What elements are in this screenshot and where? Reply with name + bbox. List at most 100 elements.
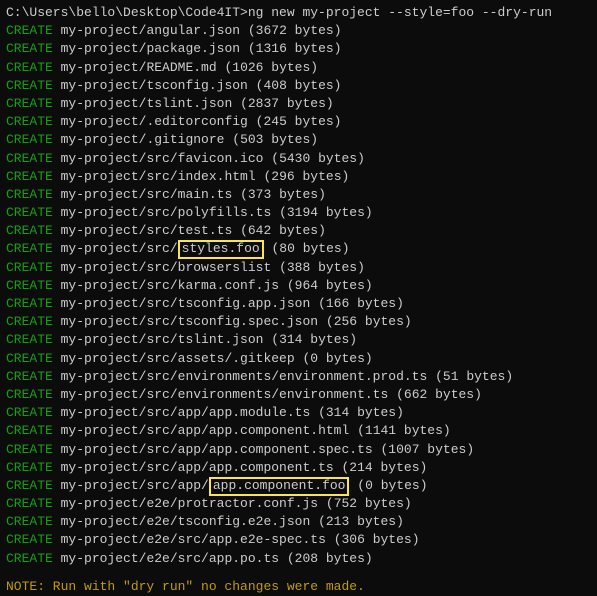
highlighted-filename: styles.foo xyxy=(178,240,264,259)
file-size: (1141 bytes) xyxy=(357,423,451,438)
file-path: my-project/src/app/app.component.spec.ts xyxy=(61,442,373,457)
file-path: my-project/src/favicon.ico xyxy=(61,151,264,166)
file-path: my-project/src/tsconfig.app.json xyxy=(61,296,311,311)
file-size: (166 bytes) xyxy=(318,296,404,311)
output-line: CREATE my-project/package.json (1316 byt… xyxy=(6,40,591,58)
output-line: CREATE my-project/e2e/src/app.e2e-spec.t… xyxy=(6,531,591,549)
file-size: (306 bytes) xyxy=(334,532,420,547)
output-line: CREATE my-project/tslint.json (2837 byte… xyxy=(6,95,591,113)
file-path: my-project/src/karma.conf.js xyxy=(61,278,279,293)
action-label: CREATE xyxy=(6,60,53,75)
command-text: ng new my-project --style=foo --dry-run xyxy=(248,5,552,20)
action-label: CREATE xyxy=(6,151,53,166)
file-path: my-project/src/polyfills.ts xyxy=(61,205,272,220)
action-label: CREATE xyxy=(6,296,53,311)
file-path: my-project/README.md xyxy=(61,60,217,75)
file-path: my-project/src/app/app.component.html xyxy=(61,423,350,438)
action-label: CREATE xyxy=(6,23,53,38)
output-line: CREATE my-project/src/tslint.json (314 b… xyxy=(6,331,591,349)
action-label: CREATE xyxy=(6,187,53,202)
action-label: CREATE xyxy=(6,114,53,129)
action-label: CREATE xyxy=(6,423,53,438)
output-line: CREATE my-project/src/environments/envir… xyxy=(6,368,591,386)
output-line: CREATE my-project/src/styles.foo (80 byt… xyxy=(6,240,591,258)
action-label: CREATE xyxy=(6,551,53,566)
action-label: CREATE xyxy=(6,241,53,256)
output-line: CREATE my-project/src/app/app.component.… xyxy=(6,422,591,440)
output-line: CREATE my-project/e2e/src/app.po.ts (208… xyxy=(6,550,591,568)
output-line: CREATE my-project/.gitignore (503 bytes) xyxy=(6,131,591,149)
action-label: CREATE xyxy=(6,96,53,111)
output-line: CREATE my-project/src/app/app.component.… xyxy=(6,459,591,477)
action-label: CREATE xyxy=(6,41,53,56)
output-line: CREATE my-project/src/test.ts (642 bytes… xyxy=(6,222,591,240)
output-line: CREATE my-project/src/tsconfig.app.json … xyxy=(6,295,591,313)
file-size: (1007 bytes) xyxy=(381,442,475,457)
output-line: CREATE my-project/src/index.html (296 by… xyxy=(6,168,591,186)
action-label: CREATE xyxy=(6,442,53,457)
file-path: my-project/tsconfig.json xyxy=(61,78,248,93)
file-size: (3194 bytes) xyxy=(279,205,373,220)
file-size: (5430 bytes) xyxy=(271,151,365,166)
file-path: my-project/src/main.ts xyxy=(61,187,233,202)
file-size: (1026 bytes) xyxy=(224,60,318,75)
file-size: (245 bytes) xyxy=(256,114,342,129)
file-size: (642 bytes) xyxy=(240,223,326,238)
file-path: my-project/angular.json xyxy=(61,23,240,38)
file-size: (0 bytes) xyxy=(302,351,372,366)
file-path: my-project/e2e/protractor.conf.js xyxy=(61,496,318,511)
file-path: my-project/src/test.ts xyxy=(61,223,233,238)
file-path: my-project/src/tslint.json xyxy=(61,332,264,347)
file-path: my-project/src/ xyxy=(61,241,178,256)
file-size: (408 bytes) xyxy=(256,78,342,93)
file-size: (2837 bytes) xyxy=(240,96,334,111)
output-lines: CREATE my-project/angular.json (3672 byt… xyxy=(6,22,591,568)
output-line: CREATE my-project/src/karma.conf.js (964… xyxy=(6,277,591,295)
file-path: my-project/src/environments/environment.… xyxy=(61,387,389,402)
output-line: CREATE my-project/src/app/app.module.ts … xyxy=(6,404,591,422)
action-label: CREATE xyxy=(6,132,53,147)
file-size: (662 bytes) xyxy=(396,387,482,402)
output-line: CREATE my-project/src/environments/envir… xyxy=(6,386,591,404)
file-size: (388 bytes) xyxy=(279,260,365,275)
file-path: my-project/src/app/app.module.ts xyxy=(61,405,311,420)
output-line: CREATE my-project/src/main.ts (373 bytes… xyxy=(6,186,591,204)
output-line: CREATE my-project/src/tsconfig.spec.json… xyxy=(6,313,591,331)
action-label: CREATE xyxy=(6,314,53,329)
file-size: (0 bytes) xyxy=(357,478,427,493)
file-path: my-project/e2e/src/app.e2e-spec.ts xyxy=(61,532,326,547)
action-label: CREATE xyxy=(6,514,53,529)
file-path: my-project/src/tsconfig.spec.json xyxy=(61,314,318,329)
output-line: CREATE my-project/tsconfig.json (408 byt… xyxy=(6,77,591,95)
file-size: (296 bytes) xyxy=(263,169,349,184)
action-label: CREATE xyxy=(6,260,53,275)
action-label: CREATE xyxy=(6,387,53,402)
highlighted-filename: app.component.foo xyxy=(209,477,350,496)
file-path: my-project/.editorconfig xyxy=(61,114,248,129)
output-line: CREATE my-project/src/favicon.ico (5430 … xyxy=(6,150,591,168)
file-size: (314 bytes) xyxy=(271,332,357,347)
output-line: CREATE my-project/README.md (1026 bytes) xyxy=(6,59,591,77)
file-size: (503 bytes) xyxy=(232,132,318,147)
output-line: CREATE my-project/src/assets/.gitkeep (0… xyxy=(6,350,591,368)
output-line: CREATE my-project/e2e/tsconfig.e2e.json … xyxy=(6,513,591,531)
file-path: my-project/package.json xyxy=(61,41,240,56)
output-line: CREATE my-project/angular.json (3672 byt… xyxy=(6,22,591,40)
file-path: my-project/tslint.json xyxy=(61,96,233,111)
file-path: my-project/src/browserslist xyxy=(61,260,272,275)
file-size: (214 bytes) xyxy=(341,460,427,475)
prompt-line: C:\Users\bello\Desktop\Code4IT>ng new my… xyxy=(6,4,591,22)
file-size: (3672 bytes) xyxy=(248,23,342,38)
file-path: my-project/.gitignore xyxy=(61,132,225,147)
action-label: CREATE xyxy=(6,369,53,384)
file-path: my-project/e2e/tsconfig.e2e.json xyxy=(61,514,311,529)
action-label: CREATE xyxy=(6,478,53,493)
action-label: CREATE xyxy=(6,460,53,475)
file-size: (51 bytes) xyxy=(435,369,513,384)
file-path: my-project/src/app/app.component.ts xyxy=(61,460,334,475)
output-line: CREATE my-project/.editorconfig (245 byt… xyxy=(6,113,591,131)
output-line: CREATE my-project/src/app/app.component.… xyxy=(6,441,591,459)
file-size: (1316 bytes) xyxy=(248,41,342,56)
file-size: (314 bytes) xyxy=(318,405,404,420)
output-line: CREATE my-project/src/polyfills.ts (3194… xyxy=(6,204,591,222)
